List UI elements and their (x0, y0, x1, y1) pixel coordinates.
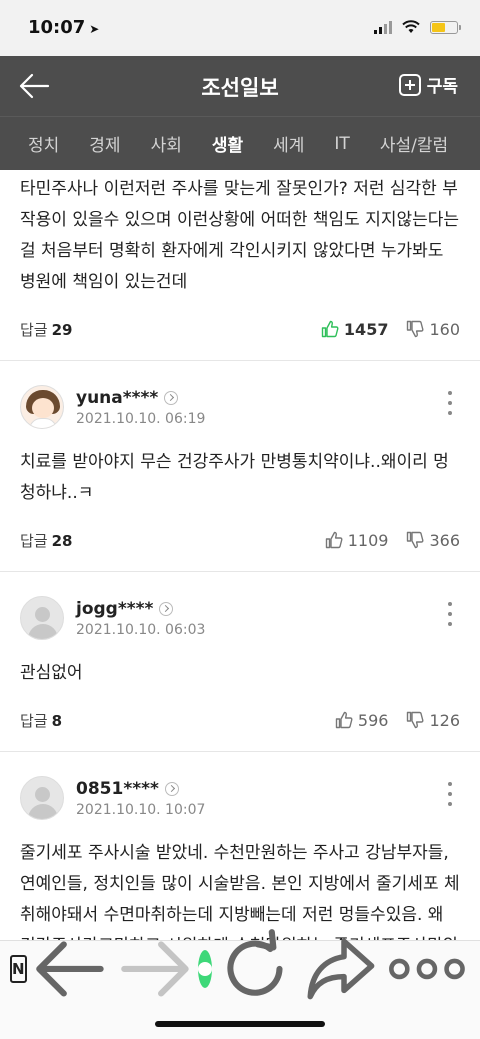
tab-economy[interactable]: 경제 (89, 131, 120, 156)
refresh-icon[interactable] (212, 926, 298, 1012)
dislike-button[interactable]: 126 (406, 711, 460, 730)
more-menu-icon[interactable] (384, 926, 470, 1012)
avatar[interactable] (20, 596, 64, 640)
comment-text: 관심없어 (20, 663, 83, 683)
comment-date: 2021.10.10. 06:19 (76, 410, 206, 427)
comment-list: 타민주사나 이런저런 주사를 맞는게 잘못인가? 저런 심각한 부작용이 있을수… (0, 170, 480, 940)
dislike-button[interactable]: 160 (406, 320, 460, 339)
comment-text: 치료를 받아야지 무슨 건강주사가 만병통치약이냐..왜이리 멍청하냐..ㅋ (20, 452, 449, 503)
chevron-right-icon (159, 601, 174, 616)
dislike-count: 366 (429, 530, 460, 550)
comment-text: 줄기세포 주사시술 받았네. 수천만원하는 주사고 강남부자들, 연예인들, 정… (20, 843, 460, 940)
comment-author[interactable]: 0851**** (76, 779, 205, 799)
naver-home-button[interactable]: N (10, 955, 27, 983)
signal-icon (374, 20, 392, 34)
comment-text: 타민주사나 이런저런 주사를 맞는게 잘못인가? 저런 심각한 부작용이 있을수… (20, 179, 460, 292)
avatar[interactable] (20, 385, 64, 429)
subscribe-button[interactable]: 구독 (398, 72, 458, 97)
battery-icon (430, 20, 461, 34)
comment-date: 2021.10.10. 06:03 (76, 621, 206, 638)
thumbs-down-icon (407, 531, 424, 549)
status-time: 10:07 ➤ (28, 17, 100, 38)
tab-it[interactable]: IT (334, 134, 349, 154)
share-icon[interactable] (298, 926, 384, 1012)
comment-author[interactable]: yuna**** (76, 388, 205, 408)
thumbs-up-icon (321, 320, 339, 338)
more-options-icon[interactable] (444, 391, 456, 415)
app-header: 조선일보 구독 (0, 56, 480, 116)
thumbs-down-icon (407, 711, 424, 729)
subscribe-label: 구독 (426, 77, 458, 97)
plus-icon (398, 73, 421, 96)
like-count: 1457 (343, 319, 389, 339)
reply-button[interactable]: 답글 29 (20, 319, 72, 340)
like-count: 1109 (347, 530, 389, 550)
green-dot-button[interactable] (198, 950, 213, 988)
reply-button[interactable]: 답글 28 (20, 530, 72, 551)
tab-society[interactable]: 사회 (151, 131, 182, 156)
more-options-icon[interactable] (444, 602, 456, 626)
wifi-icon (402, 20, 420, 33)
avatar[interactable] (20, 776, 64, 820)
tab-politics[interactable]: 정치 (28, 131, 59, 156)
thumbs-up-icon (335, 711, 353, 729)
dislike-count: 126 (429, 710, 460, 730)
reply-count: 28 (51, 531, 73, 550)
back-arrow-icon[interactable] (27, 926, 113, 1012)
comment-date: 2021.10.10. 10:07 (76, 801, 206, 818)
tab-world[interactable]: 세계 (273, 131, 304, 156)
browser-toolbar: N (0, 929, 480, 1039)
comment-item: jogg**** 2021.10.10. 06:03 관심없어 답글 8 596 … (0, 572, 480, 752)
dislike-button[interactable]: 366 (406, 531, 460, 550)
status-bar: 10:07 ➤ (0, 0, 480, 56)
category-tabs: 정치 경제 사회 생활 세계 IT 사설/칼럼 (0, 116, 480, 170)
home-indicator (155, 1021, 325, 1027)
like-button[interactable]: 596 (335, 710, 389, 730)
comment-item: yuna**** 2021.10.10. 06:19 치료를 받아야지 무슨 건… (0, 361, 480, 572)
comment-item: 타민주사나 이런저런 주사를 맞는게 잘못인가? 저런 심각한 부작용이 있을수… (0, 174, 480, 361)
thumbs-up-icon (325, 531, 343, 549)
comment-author[interactable]: jogg**** (76, 599, 205, 619)
reply-count: 29 (51, 320, 73, 339)
forward-arrow-icon[interactable] (112, 926, 198, 1012)
chevron-right-icon (164, 781, 179, 796)
like-button[interactable]: 1457 (321, 319, 389, 339)
tab-editorial[interactable]: 사설/칼럼 (380, 131, 448, 156)
chevron-right-icon (164, 390, 179, 405)
more-options-icon[interactable] (444, 782, 456, 806)
location-arrow-icon: ➤ (89, 22, 100, 36)
like-count: 596 (357, 710, 389, 730)
thumbs-down-icon (407, 320, 424, 338)
tab-life[interactable]: 생활 (212, 131, 243, 156)
dislike-count: 160 (429, 319, 460, 339)
comment-item: 0851**** 2021.10.10. 10:07 줄기세포 주사시술 받았네… (0, 752, 480, 940)
reply-button[interactable]: 답글 8 (20, 710, 62, 731)
reply-count: 8 (51, 711, 63, 730)
like-button[interactable]: 1109 (325, 530, 389, 550)
